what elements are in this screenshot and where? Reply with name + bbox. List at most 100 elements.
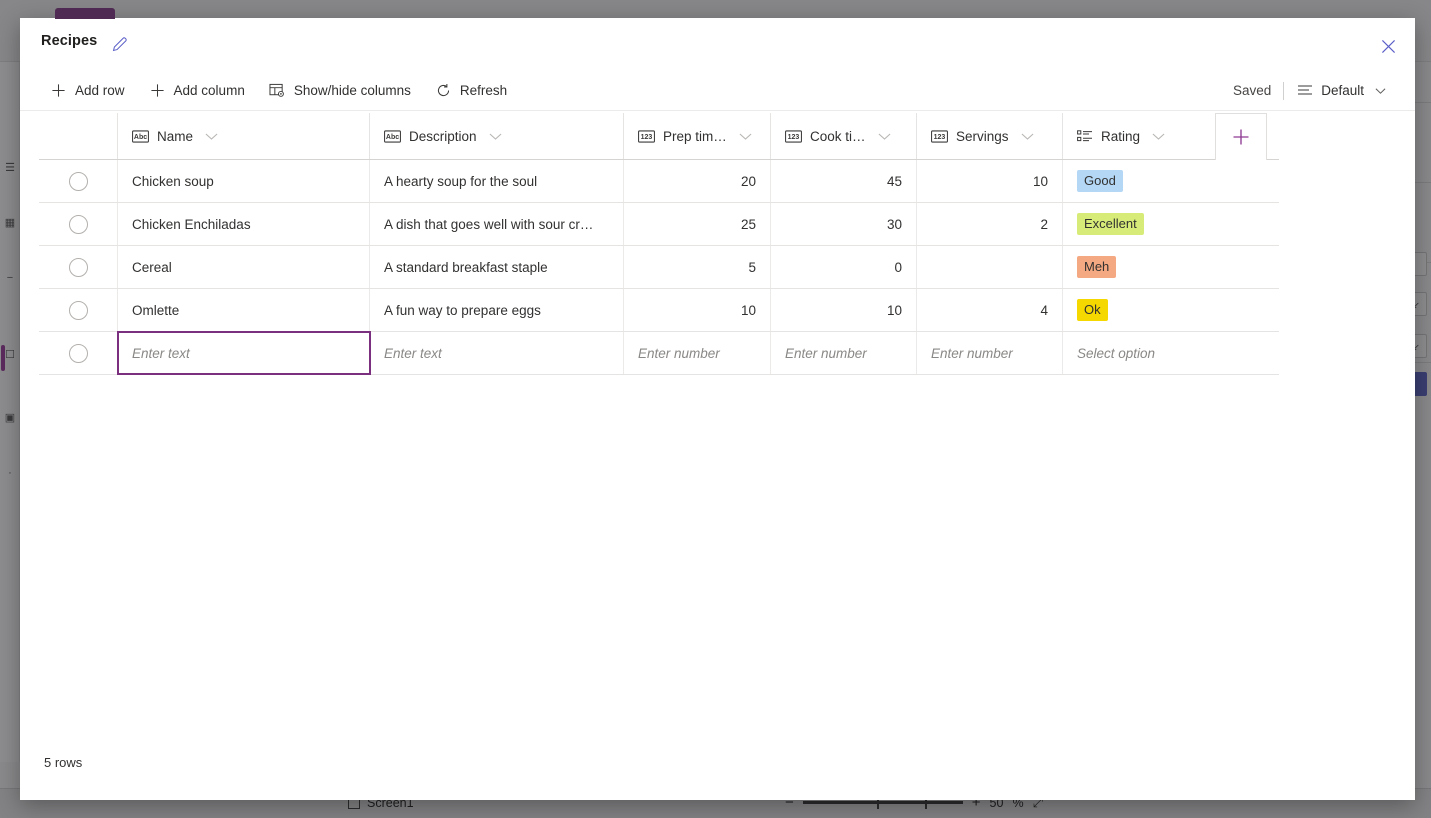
cell-text: 2 [931, 217, 1048, 232]
row-select-cell[interactable] [39, 160, 118, 202]
status-badge: Ok [1077, 299, 1108, 321]
chevron-down-icon[interactable] [878, 129, 891, 144]
chevron-down-icon[interactable] [1152, 129, 1165, 144]
data-icon[interactable]: ▦ [3, 217, 17, 229]
table-row[interactable]: Chicken soup A hearty soup for the soul … [39, 160, 1279, 203]
host-left-rail: ☰ ▦ − ☐ ▣ · [0, 62, 20, 762]
grid-header-select-all[interactable] [39, 113, 118, 159]
cell-servings[interactable] [917, 246, 1063, 288]
cell-name[interactable]: Chicken Enchiladas [118, 203, 370, 245]
column-header-prep-time[interactable]: 123 Prep tim… [624, 113, 771, 159]
edit-table-name-button[interactable] [107, 32, 131, 56]
column-header-rating[interactable]: Rating [1063, 113, 1209, 159]
data-grid: Abc Name Abc Description 123 [39, 113, 1279, 375]
row-radio[interactable] [69, 258, 88, 277]
cell-name[interactable]: Chicken soup [118, 160, 370, 202]
minus-icon[interactable]: − [3, 272, 17, 284]
refresh-label: Refresh [460, 83, 507, 98]
svg-text:123: 123 [641, 134, 653, 141]
row-select-cell[interactable] [39, 203, 118, 245]
dot-icon[interactable]: · [3, 467, 17, 479]
cell-rating[interactable]: Good [1063, 160, 1209, 202]
table-row[interactable]: Omlette A fun way to prepare eggs 10 10 … [39, 289, 1279, 332]
cell-rating[interactable]: Ok [1063, 289, 1209, 331]
save-status-label: Saved [1233, 83, 1283, 98]
close-button[interactable] [1373, 31, 1403, 61]
refresh-icon [435, 82, 452, 99]
row-radio[interactable] [69, 301, 88, 320]
cell-cook-time[interactable]: 10 [771, 289, 917, 331]
cell-prep-time[interactable]: 20 [624, 160, 771, 202]
cell-description[interactable]: A fun way to prepare eggs [370, 289, 624, 331]
cell-cook-time[interactable]: 45 [771, 160, 917, 202]
cell-name[interactable]: Omlette [118, 289, 370, 331]
view-selector-button[interactable]: Default [1284, 75, 1397, 107]
chevron-down-icon[interactable] [205, 129, 218, 144]
placeholder-text: Enter text [132, 346, 190, 361]
cell-description[interactable]: A dish that goes well with sour cr… [370, 203, 624, 245]
placeholder-text: Enter text [384, 346, 442, 361]
apps-icon[interactable]: ☐ [3, 349, 17, 361]
cell-text: 10 [638, 303, 756, 318]
new-row-servings-input[interactable]: Enter number [917, 332, 1063, 374]
add-row-button[interactable]: Add row [40, 74, 135, 106]
column-header-servings[interactable]: 123 Servings [917, 113, 1063, 159]
cell-rating[interactable]: Meh [1063, 246, 1209, 288]
placeholder-text: Enter number [931, 346, 1013, 361]
chevron-down-icon[interactable] [739, 129, 752, 144]
new-row-prep-time-input[interactable]: Enter number [624, 332, 771, 374]
add-column-button[interactable]: Add column [139, 74, 255, 106]
recipes-data-dialog: Recipes Add row Add column [20, 18, 1415, 800]
placeholder-text: Select option [1077, 346, 1155, 361]
cell-prep-time[interactable]: 25 [624, 203, 771, 245]
cell-name[interactable]: Cereal [118, 246, 370, 288]
abc-icon: Abc [384, 130, 401, 143]
add-column-label: Add column [174, 83, 245, 98]
row-radio[interactable] [69, 344, 88, 363]
column-header-label: Name [157, 129, 193, 144]
dialog-title-bar: Recipes [20, 18, 1415, 70]
cell-servings[interactable]: 4 [917, 289, 1063, 331]
row-radio[interactable] [69, 215, 88, 234]
media-icon[interactable]: ▣ [3, 412, 17, 424]
row-radio[interactable] [69, 172, 88, 191]
cell-text: Chicken Enchiladas [132, 217, 355, 232]
table-row[interactable]: Chicken Enchiladas A dish that goes well… [39, 203, 1279, 246]
column-header-description[interactable]: Abc Description [370, 113, 624, 159]
plus-icon [149, 82, 166, 99]
row-select-cell[interactable] [39, 289, 118, 331]
new-row-name-input[interactable]: Enter text [118, 332, 370, 374]
refresh-button[interactable]: Refresh [425, 74, 517, 106]
new-row-description-input[interactable]: Enter text [370, 332, 624, 374]
chevron-down-icon[interactable] [1021, 129, 1034, 144]
row-select-cell[interactable] [39, 332, 118, 374]
number-icon: 123 [785, 130, 802, 143]
new-row-rating-select[interactable]: Select option [1063, 332, 1209, 374]
row-select-cell[interactable] [39, 246, 118, 288]
new-row[interactable]: Enter text Enter text Enter number Enter… [39, 332, 1279, 375]
column-header-name[interactable]: Abc Name [118, 113, 370, 159]
column-header-cook-time[interactable]: 123 Cook ti… [771, 113, 917, 159]
show-hide-columns-label: Show/hide columns [294, 83, 411, 98]
cell-servings[interactable]: 2 [917, 203, 1063, 245]
column-header-label: Servings [956, 129, 1009, 144]
cell-text: 5 [638, 260, 756, 275]
cell-cook-time[interactable]: 30 [771, 203, 917, 245]
cell-description[interactable]: A hearty soup for the soul [370, 160, 624, 202]
table-row[interactable]: Cereal A standard breakfast staple 5 0 M… [39, 246, 1279, 289]
cell-description[interactable]: A standard breakfast staple [370, 246, 624, 288]
hamburger-icon[interactable]: ☰ [3, 162, 17, 174]
new-row-cook-time-input[interactable]: Enter number [771, 332, 917, 374]
cell-cook-time[interactable]: 0 [771, 246, 917, 288]
cell-prep-time[interactable]: 5 [624, 246, 771, 288]
cell-rating[interactable]: Excellent [1063, 203, 1209, 245]
placeholder-text: Enter number [785, 346, 867, 361]
list-view-icon [1296, 82, 1313, 99]
zoom-slider[interactable] [803, 801, 963, 804]
show-hide-columns-button[interactable]: Show/hide columns [259, 74, 421, 106]
cell-servings[interactable]: 10 [917, 160, 1063, 202]
status-badge: Excellent [1077, 213, 1144, 235]
cell-prep-time[interactable]: 10 [624, 289, 771, 331]
add-column-grid-button[interactable] [1215, 113, 1267, 160]
chevron-down-icon[interactable] [489, 129, 502, 144]
